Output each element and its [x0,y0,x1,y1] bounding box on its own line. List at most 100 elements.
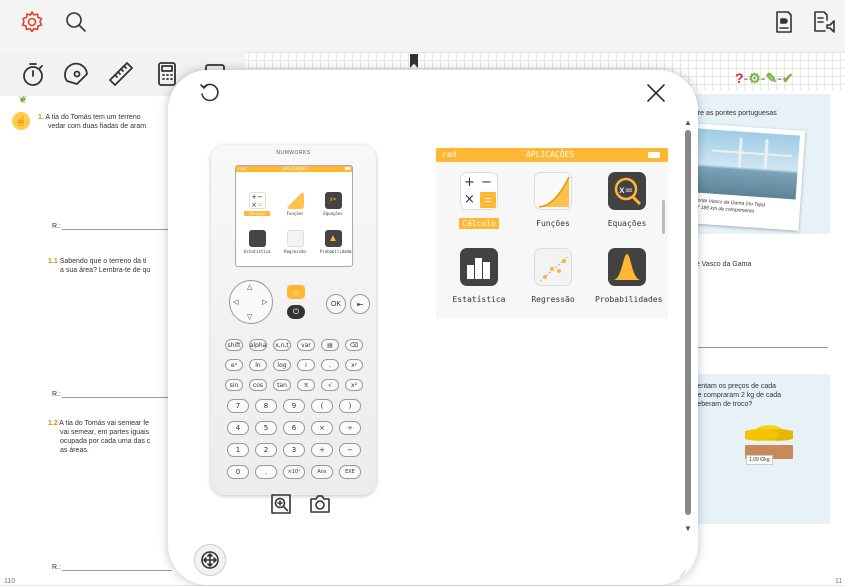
key-row3-2[interactable]: tan [273,379,291,391]
key-row4-0[interactable]: 7 [227,399,249,413]
app-label: Regressão [531,295,575,304]
calculation-icon: + − × = [460,172,498,210]
ruler-icon[interactable] [106,59,136,89]
app-functions[interactable]: Funções [518,172,588,231]
zoom-icon[interactable] [271,494,291,514]
arrow-right-icon[interactable]: ▷ [262,298,267,306]
key-row6-4[interactable]: − [339,443,361,457]
answer-label: R.: [52,564,61,571]
key-row1-4[interactable]: ▤ [321,339,339,351]
mini-app-probabilities: ▲ Probabilidades [320,230,353,254]
key-row5-1[interactable]: 5 [255,421,277,435]
key-row2-1[interactable]: ln [249,359,267,371]
mini-app-label: Probabilidades [320,249,353,254]
dpad[interactable]: △ ▽ ◁ ▷ [229,280,273,324]
arrow-down-icon[interactable]: ▽ [247,313,252,321]
scroll-up-icon[interactable]: ▲ [684,118,692,127]
key-row2-4[interactable]: , [321,359,339,371]
exercise-1-2-text: A tia do Tomás vai semear fe [59,420,150,427]
key-row1-1[interactable]: alpha [249,339,267,351]
search-icon[interactable] [64,10,88,34]
app-regression[interactable]: Regressão [518,248,588,307]
key-row3-3[interactable]: π [297,379,315,391]
exercise-1-1: 1.1 Sabendo que o terreno da ti a sua ár… [48,257,178,275]
protractor-icon[interactable] [62,59,92,89]
mini-status-bar: rad APLICAÇÕES [236,166,352,172]
app-equations[interactable]: x= Equações [592,172,662,231]
power-button[interactable]: ⏻ [287,305,305,319]
key-row7-2[interactable]: ×10ˣ [283,465,305,479]
key-row2-3[interactable]: i [297,359,315,371]
key-row5-3[interactable]: × [311,421,333,435]
key-row5-0[interactable]: 4 [227,421,249,435]
app-probabilities[interactable]: Probabilidades [592,248,662,307]
scroll-thumb[interactable] [685,130,691,515]
key-row4-4[interactable]: ) [339,399,361,413]
answer-line [690,347,828,348]
price-question: esentam os preços de cada que compraram … [690,382,825,409]
document-icon[interactable] [772,10,796,34]
key-row7-0[interactable]: 0 [227,465,249,479]
exercise-1-2-text-3: ocupada por cada uma das c [60,438,151,445]
key-row6-1[interactable]: 2 [255,443,277,457]
calculator-screen: rad APLICAÇÕES + − × = Cálculo Funções x… [436,148,668,318]
key-row1-3[interactable]: var [297,339,315,351]
key-row1-2[interactable]: x,n,t [273,339,291,351]
key-row7-4[interactable]: EXE [339,465,361,479]
key-row1-5[interactable]: ⌫ [345,339,363,351]
resize-handle[interactable]: ⟋ [680,570,686,580]
price-question-3: eceberam de troco? [690,401,753,408]
timer-icon[interactable] [18,59,48,89]
key-row2-5[interactable]: xʸ [345,359,363,371]
move-icon[interactable] [194,544,226,576]
rotate-icon[interactable] [198,82,220,104]
mini-app-label: Cálculo [244,211,270,216]
key-row2-2[interactable]: log [273,359,291,371]
close-icon[interactable] [645,82,667,104]
key-row6-2[interactable]: 3 [283,443,305,457]
key-row4-1[interactable]: 8 [255,399,277,413]
key-row6-3[interactable]: + [311,443,333,457]
arrow-up-icon[interactable]: △ [247,283,252,291]
key-row7-1[interactable]: . [255,465,277,479]
bridge-image [693,128,801,200]
arrow-left-icon[interactable]: ◁ [233,298,238,306]
read-aloud-icon[interactable] [812,10,838,34]
answer-label: R.: [52,391,61,398]
mini-app-label: Equações [323,211,343,216]
home-button[interactable]: ⌂ [287,285,305,299]
price-question-1: esentam os preços de cada [690,383,776,390]
key-row6-0[interactable]: 1 [227,443,249,457]
key-row5-2[interactable]: 6 [283,421,305,435]
app-calculation[interactable]: + − × = Cálculo [444,172,514,231]
key-row4-2[interactable]: 9 [283,399,305,413]
key-row1-0[interactable]: shift [225,339,243,351]
calculator-brand: NUMWORKS [276,150,311,156]
answer-line [62,397,172,398]
key-row3-4[interactable]: √ [321,379,339,391]
price-tag: 1,09 €/kg [746,455,773,465]
key-row3-1[interactable]: cos [249,379,267,391]
ok-button[interactable]: OK [326,294,346,314]
exercise-1-1-text-2: a sua área? Lembra-te de qu [60,267,151,274]
screen-scrollbar [662,200,665,234]
back-button[interactable]: ⇤ [350,294,370,314]
key-row4-3[interactable]: ( [311,399,333,413]
top-bar [0,0,845,52]
camera-icon[interactable] [309,494,331,514]
key-row5-4[interactable]: ÷ [339,421,361,435]
exercise-1-number: 1. [38,114,44,121]
panel-scrollbar[interactable]: ▲ ▼ [684,118,692,538]
exercise-1-2: 1.2 A tia do Tomás vai semear fe vai sem… [48,419,178,455]
key-row3-0[interactable]: sin [225,379,243,391]
app-label: Estatística [452,295,506,304]
key-row3-5[interactable]: x² [345,379,363,391]
gear-icon[interactable] [20,10,44,34]
key-row7-3[interactable]: Ans [311,465,333,479]
exercise-1-1-number: 1.1 [48,258,58,265]
app-label: Funções [536,219,570,228]
battery-icon [648,152,660,158]
key-row2-0[interactable]: eˣ [225,359,243,371]
scroll-down-icon[interactable]: ▼ [684,524,692,533]
app-statistics[interactable]: Estatística [444,248,514,307]
